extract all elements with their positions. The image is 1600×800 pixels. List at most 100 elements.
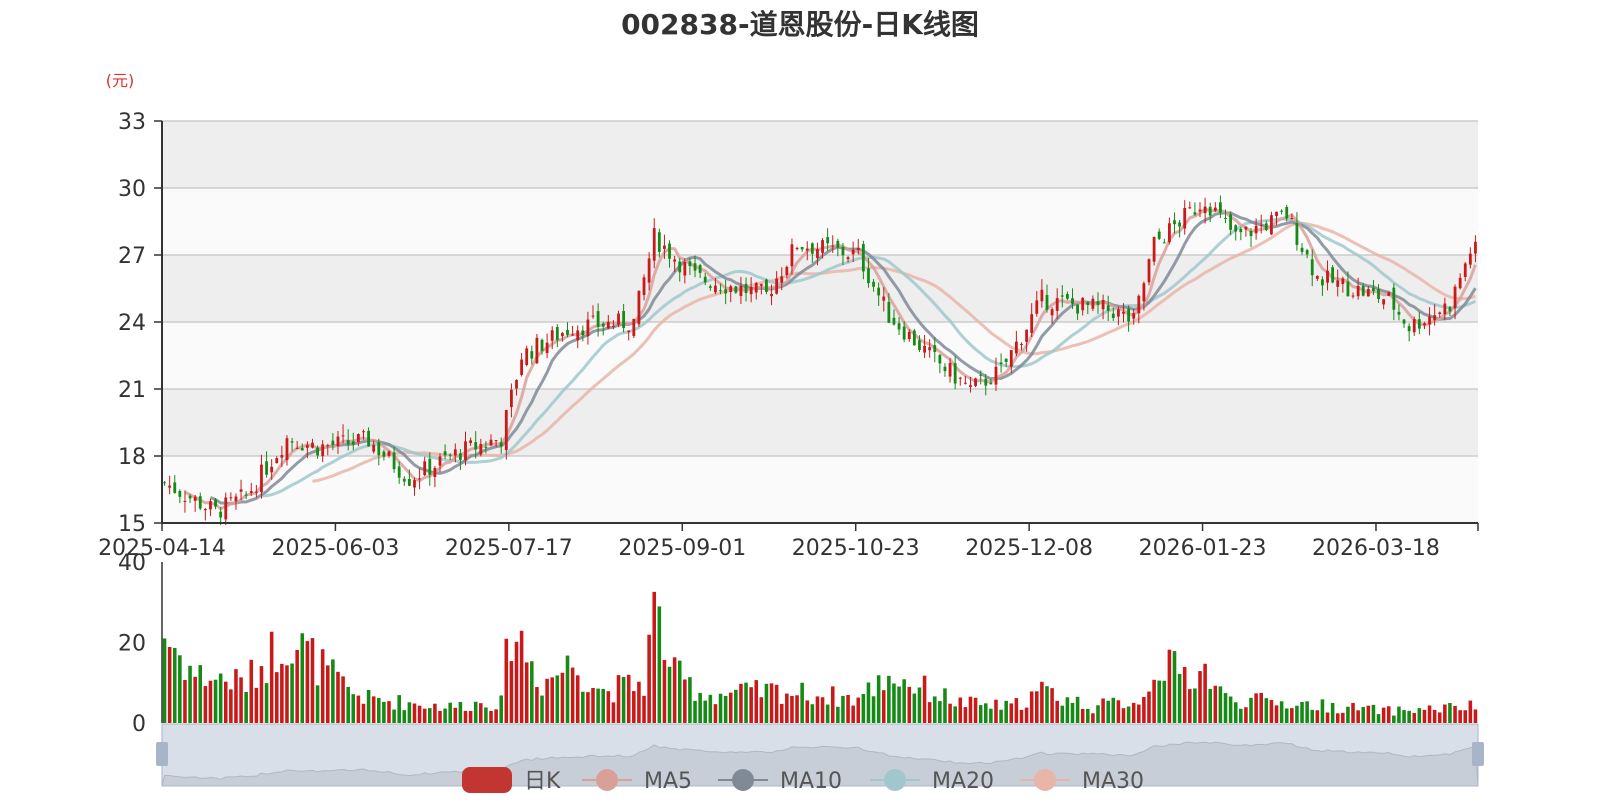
candle-body (535, 337, 539, 364)
candle-body (377, 442, 381, 456)
volume-bar (1050, 688, 1054, 723)
candle-body (1356, 285, 1360, 297)
candle-body (1468, 253, 1472, 265)
legend-item-ma30[interactable]: MA30 (1020, 769, 1144, 794)
volume-bar (764, 683, 769, 723)
volume-bar (672, 657, 677, 723)
candle-body (724, 289, 728, 294)
candle-body (1463, 263, 1467, 278)
candle-body (1275, 211, 1278, 216)
volume-bar (310, 638, 315, 723)
volume-bar (708, 694, 713, 723)
volume-bar (1203, 663, 1207, 723)
candle-body (407, 478, 411, 486)
candle-body (1178, 222, 1182, 227)
zoom-handle-left[interactable] (156, 742, 168, 766)
volume-bar (989, 708, 993, 723)
volume-bars (162, 591, 1478, 723)
legend-item-ma10[interactable]: MA10 (718, 769, 842, 794)
volume-bar (713, 704, 718, 723)
volume-bar (642, 695, 646, 723)
candle-body (1076, 304, 1079, 314)
volume-bar (1351, 702, 1355, 723)
volume-bar (851, 705, 855, 723)
candle-body (790, 244, 794, 267)
candle-body (683, 262, 687, 276)
candle-body (1417, 319, 1421, 329)
volume-bar (504, 638, 509, 723)
candle-body (469, 440, 472, 444)
candle-body (214, 499, 217, 507)
candle-body (1234, 225, 1238, 232)
candle-body (566, 329, 569, 335)
candle-body (1402, 319, 1406, 324)
candle-body (749, 286, 753, 295)
volume-bar (657, 606, 662, 723)
volume-bar (366, 689, 371, 723)
candle-body (550, 330, 554, 341)
volume-bar (907, 686, 912, 723)
candle-body (897, 323, 901, 330)
candle-body (510, 389, 513, 408)
date-tick-label: 2025-09-01 (618, 536, 746, 561)
candle-body (810, 243, 814, 254)
candle-body (1173, 220, 1176, 225)
volume-bar (790, 695, 794, 723)
candle-body (193, 496, 197, 501)
legend-swatch-dot (732, 769, 754, 791)
candle-body (545, 342, 549, 354)
volume-bar (1080, 709, 1085, 723)
date-tick-label: 2026-03-18 (1312, 536, 1440, 561)
volume-bar (1417, 708, 1422, 723)
candle-body (1361, 286, 1365, 296)
candle-body (663, 245, 666, 249)
volume-bar (1346, 706, 1350, 723)
volume-tick-label: 20 (118, 632, 146, 657)
candle-body (1142, 283, 1146, 302)
candle-body (1433, 315, 1437, 321)
volume-bar (1157, 680, 1161, 723)
candle-body (892, 317, 896, 325)
volume-bar (162, 638, 167, 723)
candle-body (203, 509, 207, 511)
candle-body (994, 366, 998, 385)
volume-bar (1075, 696, 1080, 723)
price-band (162, 255, 1478, 322)
candle-body (188, 495, 192, 499)
volume-bar (1029, 691, 1034, 723)
candle-body (622, 311, 626, 328)
volume-bar (1060, 705, 1065, 723)
candle-body (1285, 207, 1289, 219)
candle-body (1372, 287, 1375, 292)
volume-bar (555, 675, 560, 723)
volume-bar (1152, 679, 1156, 723)
volume-bar (973, 697, 978, 723)
volume-bar (1198, 671, 1202, 723)
volume-bar (1045, 686, 1049, 723)
candle-body (1020, 344, 1023, 346)
volume-bar (320, 649, 325, 723)
volume-tick-label: 40 (118, 551, 146, 576)
volume-bar (1096, 705, 1100, 723)
candle-body (1035, 300, 1039, 314)
candle-body (1065, 293, 1069, 299)
volume-bar (1295, 705, 1299, 723)
candle-body (525, 348, 529, 365)
volume-bar (616, 675, 621, 723)
legend-item-ma20[interactable]: MA20 (870, 769, 994, 794)
volume-bar (234, 669, 238, 723)
volume-bar (754, 680, 759, 723)
volume-bar (550, 677, 554, 723)
candle-body (714, 285, 717, 293)
legend-label: MA20 (932, 769, 994, 794)
volume-bar (1137, 704, 1141, 723)
candle-body (963, 382, 967, 384)
volume-bar (1086, 708, 1090, 723)
candle-body (606, 322, 610, 329)
zoom-handle-right[interactable] (1472, 742, 1484, 766)
candle-body (474, 442, 478, 450)
candle-body (305, 445, 309, 448)
volume-bar (1233, 702, 1238, 723)
volume-bar (881, 690, 886, 723)
volume-bar (1381, 707, 1386, 723)
